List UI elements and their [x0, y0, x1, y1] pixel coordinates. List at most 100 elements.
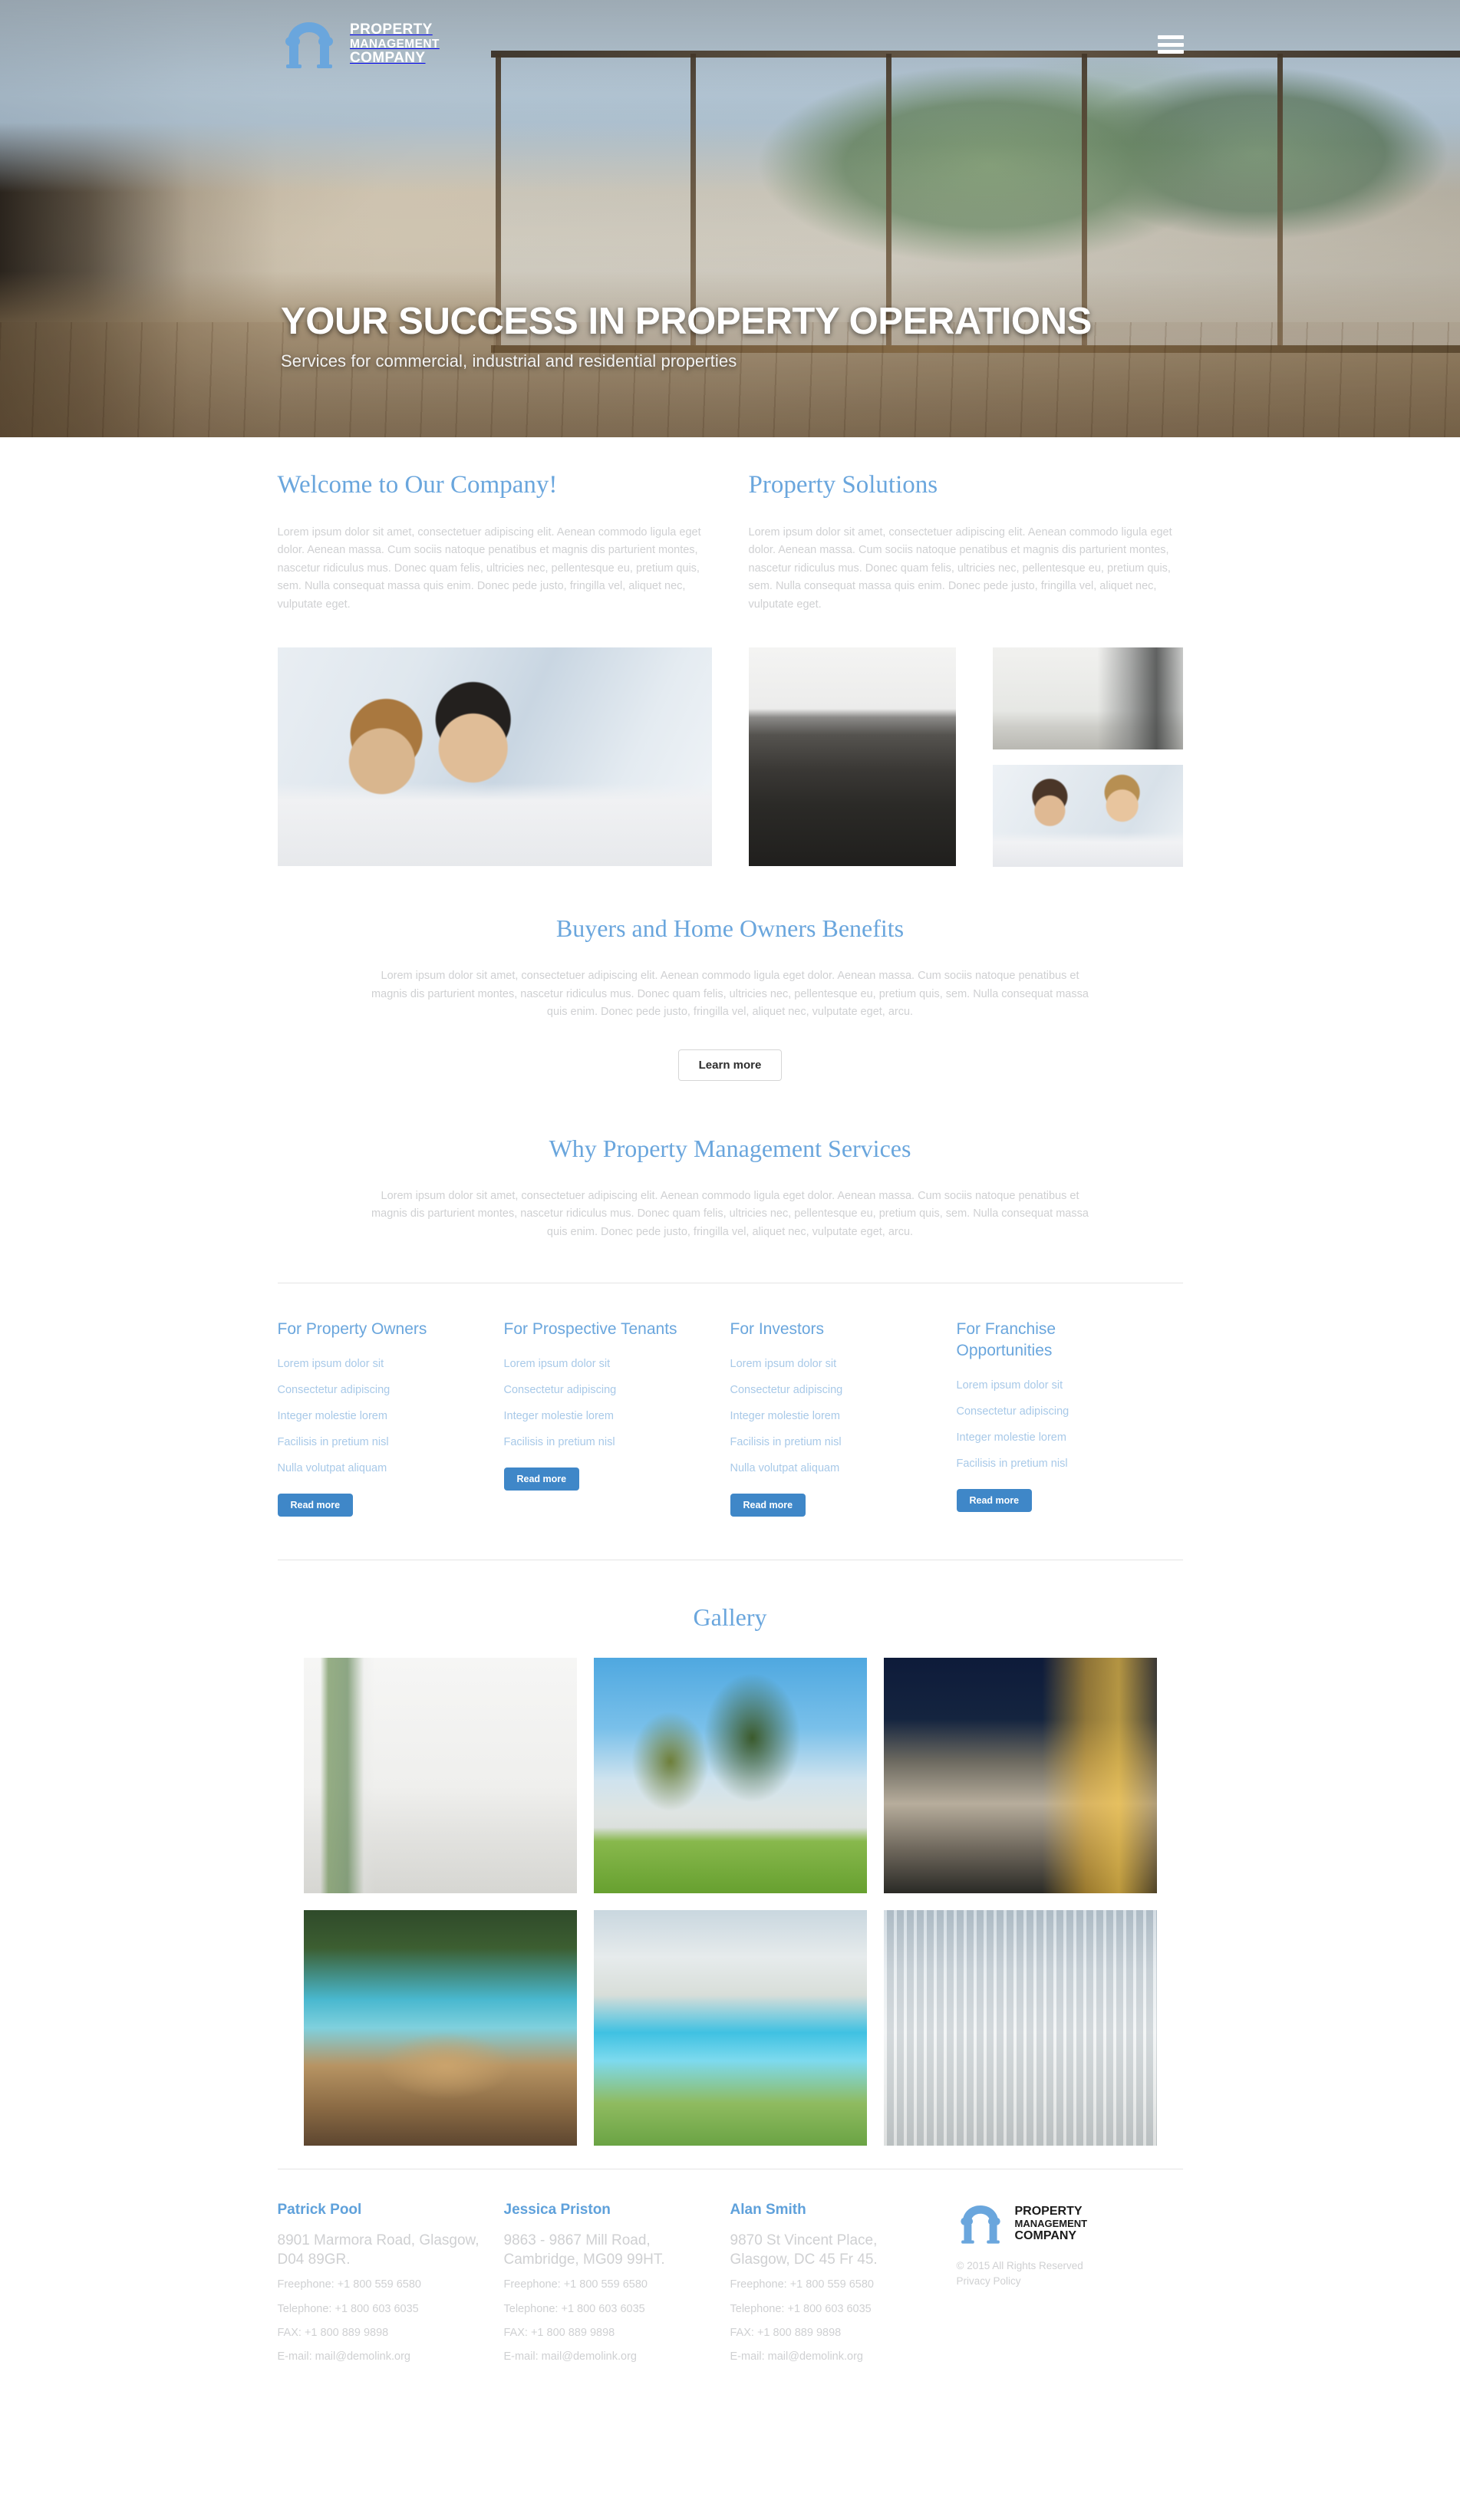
business-meeting-photo[interactable]	[277, 647, 712, 867]
list-item: Lorem ipsum dolor sit	[278, 1357, 477, 1371]
service-link[interactable]: Integer molestie lorem	[278, 1410, 387, 1422]
contact-fax: FAX: +1 800 889 9898	[730, 2326, 842, 2339]
service-column-title: For Prospective Tenants	[503, 1320, 677, 1339]
service-link[interactable]: Lorem ipsum dolor sit	[957, 1379, 1063, 1392]
contact-name: Patrick Pool	[277, 2202, 362, 2219]
service-column-investors: For Investors Lorem ipsum dolor sit Cons…	[730, 1319, 957, 1517]
list-item: Consectetur adipiscing	[504, 1383, 704, 1397]
site-logo[interactable]: PROPERTY MANAGEMENT COMPANY	[281, 18, 440, 71]
glass-corridor-photo[interactable]	[883, 1910, 1157, 2146]
hero-copy: YOUR SUCCESS IN PROPERTY OPERATIONS Serv…	[281, 300, 1092, 371]
footer-copyright-block: © 2015 All Rights Reserved Privacy Polic…	[957, 2258, 1183, 2290]
service-link-list: Lorem ipsum dolor sit Consectetur adipis…	[278, 1357, 477, 1475]
footer-brand: PROPERTY MANAGEMENT COMPANY © 2015 All R…	[957, 2202, 1183, 2375]
list-item: Nulla volutpat aliquam	[730, 1461, 930, 1475]
read-more-button[interactable]: Read more	[956, 1488, 1033, 1512]
service-column-franchise-opportunities: For Franchise Opportunities Lorem ipsum …	[956, 1319, 1183, 1517]
footer-contact-patrick-pool: Patrick Pool 8901 Marmora Road, Glasgow,…	[278, 2202, 504, 2375]
service-link[interactable]: Lorem ipsum dolor sit	[730, 1358, 837, 1370]
intro-column-right: Property Solutions Lorem ipsum dolor sit…	[749, 471, 1183, 614]
why-section: Why Property Management Services Lorem i…	[278, 1081, 1183, 1283]
read-more-button[interactable]: Read more	[730, 1494, 806, 1517]
learn-more-button[interactable]: Learn more	[677, 1049, 783, 1081]
service-link[interactable]: Lorem ipsum dolor sit	[278, 1358, 384, 1370]
benefits-section: Buyers and Home Owners Benefits Lorem ip…	[278, 867, 1183, 1081]
list-item: Integer molestie lorem	[278, 1409, 477, 1423]
footer-logo[interactable]: PROPERTY MANAGEMENT COMPANY	[957, 2202, 1183, 2246]
footer-contact-jessica-priston: Jessica Priston 9863 - 9867 Mill Road, C…	[504, 2202, 730, 2375]
arch-logo-icon	[960, 2205, 1000, 2244]
service-column-title: For Investors	[730, 1320, 825, 1339]
contact-email[interactable]: E-mail: mail@demolink.org	[730, 2350, 932, 2364]
intro-image-stack	[992, 647, 1183, 868]
footer-logo-line-2: MANAGEMENT	[1014, 2217, 1088, 2229]
list-item: Facilisis in pretium nisl	[504, 1435, 704, 1449]
contact-freephone: Freephone: +1 800 559 6580	[503, 2278, 648, 2291]
burger-bar	[1158, 35, 1184, 39]
arch-logo-icon	[285, 22, 333, 68]
contact-fax: FAX: +1 800 889 9898	[503, 2326, 615, 2339]
read-more-button[interactable]: Read more	[503, 1468, 580, 1491]
contact-telephone: Telephone: +1 800 603 6035	[277, 2302, 419, 2315]
read-more-button[interactable]: Read more	[277, 1494, 354, 1517]
service-link[interactable]: Integer molestie lorem	[504, 1410, 614, 1422]
empty-white-room-photo[interactable]	[303, 1658, 577, 1894]
service-link[interactable]: Nulla volutpat aliquam	[278, 1462, 387, 1474]
couple-consultation-photo[interactable]	[992, 765, 1183, 868]
service-column-property-owners: For Property Owners Lorem ipsum dolor si…	[277, 1319, 504, 1517]
privacy-policy-link[interactable]: Privacy Policy	[957, 2274, 1183, 2289]
service-link[interactable]: Facilisis in pretium nisl	[278, 1436, 389, 1448]
villa-with-swimming-pool-photo[interactable]	[593, 1910, 867, 2146]
logo-wordmark: PROPERTY MANAGEMENT COMPANY	[350, 22, 440, 67]
service-link[interactable]: Integer molestie lorem	[730, 1410, 840, 1422]
hero-title: YOUR SUCCESS IN PROPERTY OPERATIONS	[281, 300, 1092, 342]
service-link[interactable]: Consectetur adipiscing	[278, 1384, 391, 1396]
solutions-heading: Property Solutions	[748, 471, 938, 499]
why-text: Lorem ipsum dolor sit amet, consectetuer…	[371, 1189, 1089, 1238]
intro-section: Welcome to Our Company! Lorem ipsum dolo…	[278, 437, 1183, 614]
service-link-list: Lorem ipsum dolor sit Consectetur adipis…	[504, 1357, 704, 1449]
contact-name: Jessica Priston	[503, 2202, 611, 2219]
service-link[interactable]: Consectetur adipiscing	[957, 1405, 1069, 1418]
house-with-lawn-photo[interactable]	[593, 1658, 867, 1894]
hamburger-menu-icon[interactable]	[1158, 35, 1184, 54]
contact-email[interactable]: E-mail: mail@demolink.org	[504, 2350, 706, 2364]
modern-lounge-interior-photo[interactable]	[748, 647, 956, 867]
service-link[interactable]: Consectetur adipiscing	[730, 1384, 843, 1396]
contact-telephone: Telephone: +1 800 603 6035	[503, 2302, 645, 2315]
service-link[interactable]: Nulla volutpat aliquam	[730, 1462, 840, 1474]
contact-fax: FAX: +1 800 889 9898	[277, 2326, 389, 2339]
list-item: Consectetur adipiscing	[957, 1405, 1156, 1418]
list-item: Lorem ipsum dolor sit	[504, 1357, 704, 1371]
contact-address: 8901 Marmora Road, Glasgow, D04 89GR.	[277, 2232, 480, 2268]
contact-email[interactable]: E-mail: mail@demolink.org	[278, 2350, 480, 2364]
white-kitchen-interior-photo[interactable]	[992, 647, 1183, 750]
logo-line-1: PROPERTY	[350, 21, 433, 38]
page-container: Welcome to Our Company! Lorem ipsum dolo…	[277, 437, 1183, 2413]
modern-house-at-night-photo[interactable]	[883, 1658, 1157, 1894]
contact-telephone: Telephone: +1 800 603 6035	[730, 2302, 872, 2315]
footer-logo-wordmark: PROPERTY MANAGEMENT COMPANY	[1015, 2205, 1088, 2242]
service-link[interactable]: Facilisis in pretium nisl	[504, 1436, 615, 1448]
service-link[interactable]: Facilisis in pretium nisl	[957, 1458, 1068, 1470]
list-item: Facilisis in pretium nisl	[730, 1435, 930, 1449]
contact-freephone: Freephone: +1 800 559 6580	[277, 2278, 421, 2291]
site-footer: Patrick Pool 8901 Marmora Road, Glasgow,…	[277, 2169, 1183, 2413]
hero-banner: PROPERTY MANAGEMENT COMPANY YOUR SUCCESS…	[0, 0, 1460, 437]
poolside-terrace-table-photo[interactable]	[303, 1910, 577, 2146]
service-link[interactable]: Facilisis in pretium nisl	[730, 1436, 842, 1448]
service-link[interactable]: Consectetur adipiscing	[504, 1384, 617, 1396]
services-columns: For Property Owners Lorem ipsum dolor si…	[277, 1283, 1183, 1560]
footer-logo-line-3: COMPANY	[1014, 2229, 1077, 2243]
burger-bar	[1158, 42, 1184, 47]
list-item: Integer molestie lorem	[957, 1431, 1156, 1444]
service-link[interactable]: Lorem ipsum dolor sit	[504, 1358, 611, 1370]
contact-freephone: Freephone: +1 800 559 6580	[730, 2278, 874, 2291]
hero-subtitle: Services for commercial, industrial and …	[281, 351, 737, 371]
gallery-heading: Gallery	[693, 1603, 767, 1632]
burger-bar	[1158, 50, 1184, 54]
list-item: Integer molestie lorem	[504, 1409, 704, 1423]
service-link[interactable]: Integer molestie lorem	[957, 1431, 1066, 1444]
copyright-text: © 2015 All Rights Reserved	[956, 2260, 1083, 2272]
gallery-grid	[278, 1658, 1183, 2146]
